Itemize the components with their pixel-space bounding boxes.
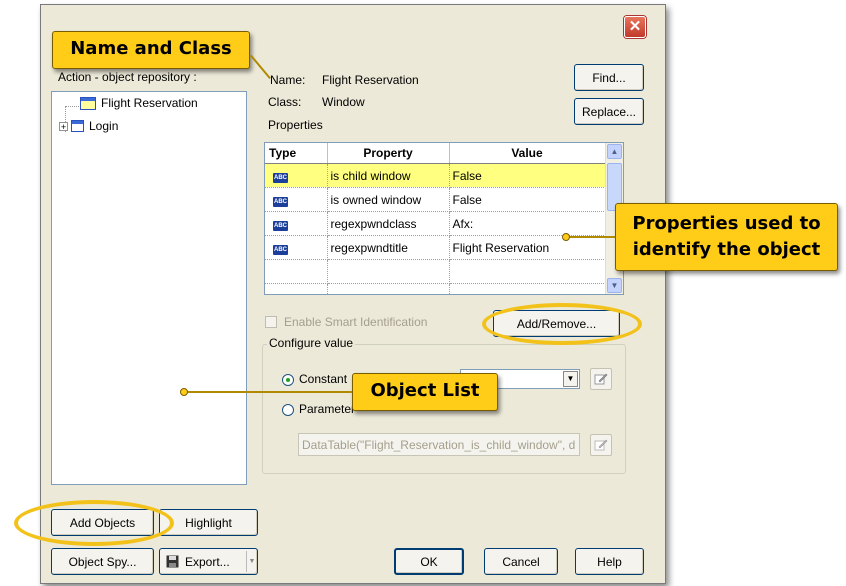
property-cell: is owned window (327, 187, 450, 212)
table-header-row: Type Property Value (265, 143, 606, 164)
parameter-label: Parameter (299, 402, 356, 416)
ok-button[interactable]: OK (394, 548, 464, 575)
value-cell: Flight Reservation (449, 235, 606, 260)
tree-item[interactable]: Flight Reservation (80, 96, 198, 110)
smart-identification-label: Enable Smart Identification (284, 315, 428, 329)
smart-identification-checkbox[interactable] (265, 316, 277, 328)
callout-pointer (568, 236, 615, 238)
parameter-radio[interactable]: Parameter (282, 402, 355, 416)
edit-parameter-button[interactable] (590, 434, 612, 456)
class-label: Class: (268, 95, 302, 109)
properties-table[interactable]: Type Property Value ABC is child window … (264, 142, 624, 295)
edit-constant-button[interactable] (590, 368, 612, 390)
tree-item-label: Flight Reservation (101, 96, 198, 110)
properties-label: Properties (268, 118, 323, 132)
callout-properties: Properties used to identify the object (615, 203, 838, 271)
object-list-tree[interactable]: Flight Reservation + Login (51, 91, 247, 485)
scroll-up-icon[interactable]: ▲ (607, 144, 622, 159)
action-label: Action - object repository : (58, 70, 197, 84)
help-button[interactable]: Help (575, 548, 644, 575)
value-cell: False (449, 163, 606, 188)
highlight-ring (14, 500, 174, 546)
callout-dot (180, 388, 188, 396)
scroll-down-icon[interactable]: ▼ (607, 278, 622, 293)
dialog-icon (71, 120, 84, 132)
object-spy-button[interactable]: Object Spy... (51, 548, 154, 575)
string-type-icon: ABC (273, 197, 288, 207)
string-type-icon: ABC (273, 173, 288, 183)
string-type-icon: ABC (273, 221, 288, 231)
string-type-icon: ABC (273, 245, 288, 255)
table-row[interactable]: ABC is child window False (265, 163, 606, 188)
value-cell: False (449, 187, 606, 212)
value-cell: Afx: (449, 211, 606, 236)
callout-dot (562, 233, 570, 241)
close-button[interactable]: ✕ (624, 16, 646, 38)
pencil-icon (594, 373, 608, 385)
callout-pointer (186, 391, 352, 393)
callout-object-list: Object List (352, 373, 498, 411)
replace-button[interactable]: Replace... (574, 98, 644, 125)
radio-unselected-icon (282, 403, 294, 416)
column-header-type[interactable]: Type (265, 143, 328, 164)
column-header-property[interactable]: Property (327, 143, 450, 164)
table-row[interactable] (265, 283, 606, 294)
expand-icon[interactable]: + (59, 121, 68, 131)
datatable-value: DataTable("Flight_Reservation_is_child_w… (302, 438, 576, 452)
cancel-button[interactable]: Cancel (484, 548, 558, 575)
name-value: Flight Reservation (322, 73, 419, 87)
highlight-ring (482, 303, 642, 345)
name-label: Name: (270, 73, 306, 87)
column-header-value[interactable]: Value (449, 143, 606, 164)
property-cell: is child window (327, 163, 450, 188)
datatable-field[interactable]: DataTable("Flight_Reservation_is_child_w… (298, 433, 580, 456)
pencil-icon (594, 439, 608, 451)
export-button[interactable]: Export... ▼ (159, 548, 258, 575)
configure-value-title: Configure value (267, 336, 356, 350)
tree-item[interactable]: + Login (59, 119, 118, 133)
table-row[interactable]: ABC is owned window False (265, 187, 606, 212)
class-value: Window (322, 95, 365, 109)
constant-radio[interactable]: Constant (282, 372, 347, 386)
table-row[interactable]: ABC regexpwndclass Afx: (265, 211, 606, 236)
table-row[interactable] (265, 259, 606, 284)
floppy-disk-icon (166, 555, 179, 568)
tree-item-label: Login (89, 119, 119, 133)
table-row[interactable]: ABC regexpwndtitle Flight Reservation (265, 235, 606, 260)
callout-name-and-class: Name and Class (52, 31, 250, 69)
radio-selected-icon (282, 373, 294, 386)
chevron-down-icon[interactable]: ▼ (246, 551, 257, 572)
property-cell: regexpwndtitle (327, 235, 450, 260)
property-cell: regexpwndclass (327, 211, 450, 236)
constant-label: Constant (299, 372, 348, 386)
chevron-down-icon[interactable]: ▼ (563, 371, 578, 387)
find-button[interactable]: Find... (574, 64, 644, 91)
window-icon (80, 96, 96, 110)
export-label: Export... (185, 554, 230, 569)
